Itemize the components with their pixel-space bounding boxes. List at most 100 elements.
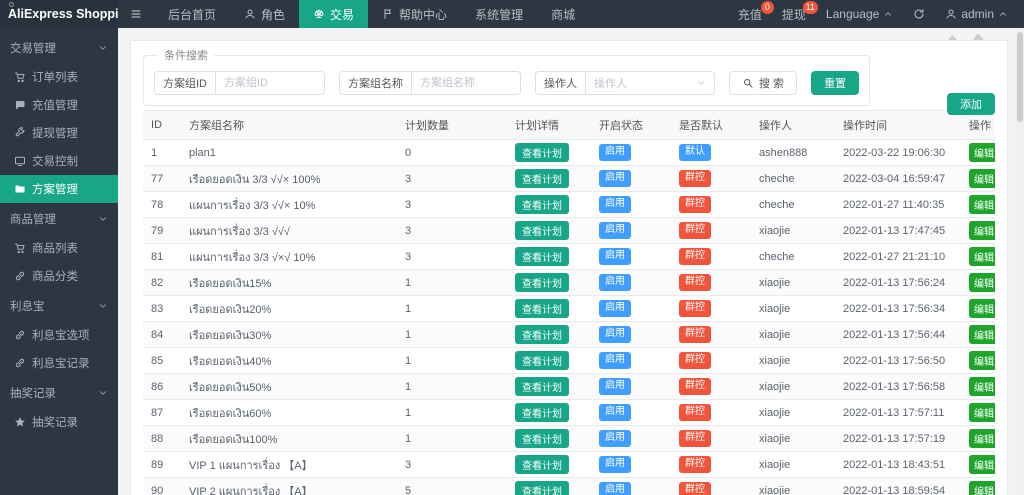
status-badge[interactable]: 启用: [599, 456, 631, 473]
plan-group-id-input[interactable]: [216, 72, 324, 94]
edit-button[interactable]: 编辑: [969, 351, 995, 370]
default-badge[interactable]: 默认: [679, 144, 711, 161]
view-plan-button[interactable]: 查看计划: [515, 325, 569, 344]
nav-item-home[interactable]: 后台首页: [154, 0, 230, 28]
status-badge[interactable]: 启用: [599, 352, 631, 369]
group-control-badge[interactable]: 群控: [679, 326, 711, 343]
view-plan-button[interactable]: 查看计划: [515, 403, 569, 422]
status-badge[interactable]: 启用: [599, 378, 631, 395]
reset-button[interactable]: 重置: [811, 71, 859, 95]
view-plan-button[interactable]: 查看计划: [515, 143, 569, 162]
edit-button[interactable]: 编辑: [969, 325, 995, 344]
sidebar-group-interest-treasure[interactable]: 利息宝: [0, 290, 118, 321]
cell-plan-count: 1: [397, 400, 507, 426]
cell-status: 启用: [591, 348, 671, 374]
group-control-badge[interactable]: 群控: [679, 274, 711, 291]
search-button[interactable]: 搜 索: [729, 71, 797, 95]
group-control-badge[interactable]: 群控: [679, 248, 711, 265]
sidebar-item-interest-options[interactable]: 利息宝选项: [0, 321, 118, 349]
nav-item-mall[interactable]: 商城: [537, 0, 589, 28]
group-control-badge[interactable]: 群控: [679, 482, 711, 495]
status-badge[interactable]: 启用: [599, 300, 631, 317]
edit-button[interactable]: 编辑: [969, 481, 995, 495]
topbar-refresh[interactable]: [903, 0, 935, 28]
status-badge[interactable]: 启用: [599, 222, 631, 239]
nav-item-label: 帮助中心: [399, 6, 447, 23]
view-plan-button[interactable]: 查看计划: [515, 299, 569, 318]
group-control-badge[interactable]: 群控: [679, 456, 711, 473]
status-badge[interactable]: 启用: [599, 430, 631, 447]
edit-button[interactable]: 编辑: [969, 143, 995, 162]
group-control-badge[interactable]: 群控: [679, 196, 711, 213]
view-plan-button[interactable]: 查看计划: [515, 273, 569, 292]
edit-button[interactable]: 编辑: [969, 377, 995, 396]
edit-button[interactable]: 编辑: [969, 247, 995, 266]
view-plan-button[interactable]: 查看计划: [515, 247, 569, 266]
sidebar-group-lottery-records-group[interactable]: 抽奖记录: [0, 377, 118, 408]
group-control-badge[interactable]: 群控: [679, 222, 711, 239]
edit-button[interactable]: 编辑: [969, 195, 995, 214]
cell-plan-group-name: เรือดยอดเงิน 3/3 √√× 100%: [181, 166, 397, 192]
sidebar-group-trade-management[interactable]: 交易管理: [0, 32, 118, 63]
view-plan-button[interactable]: 查看计划: [515, 195, 569, 214]
group-control-badge[interactable]: 群控: [679, 352, 711, 369]
topbar-withdraw[interactable]: 提现11: [772, 0, 816, 28]
view-plan-button[interactable]: 查看计划: [515, 169, 569, 188]
filter-legend: 条件搜索: [158, 47, 214, 63]
group-control-badge[interactable]: 群控: [679, 378, 711, 395]
add-button[interactable]: 添加: [947, 93, 995, 115]
status-badge[interactable]: 启用: [599, 196, 631, 213]
cell-operator: xiaojie: [751, 452, 835, 478]
view-plan-button[interactable]: 查看计划: [515, 455, 569, 474]
sidebar-item-plan-management[interactable]: 方案管理: [0, 175, 118, 203]
edit-button[interactable]: 编辑: [969, 169, 995, 188]
group-control-badge[interactable]: 群控: [679, 170, 711, 187]
sidebar-item-product-list[interactable]: 商品列表: [0, 234, 118, 262]
status-badge[interactable]: 启用: [599, 248, 631, 265]
plan-group-name-input[interactable]: [412, 72, 520, 94]
edit-button[interactable]: 编辑: [969, 455, 995, 474]
topbar-language[interactable]: Language: [816, 0, 903, 28]
sidebar-group-product-management[interactable]: 商品管理: [0, 203, 118, 234]
nav-item-label: 后台首页: [168, 6, 216, 23]
sidebar-item-order-list[interactable]: 订单列表: [0, 63, 118, 91]
edit-button[interactable]: 编辑: [969, 299, 995, 318]
sidebar-item-product-category[interactable]: 商品分类: [0, 262, 118, 290]
status-badge[interactable]: 启用: [599, 404, 631, 421]
sidebar-item-recharge-management[interactable]: 充值管理: [0, 91, 118, 119]
nav-item-role[interactable]: 角色: [230, 0, 299, 28]
edit-button[interactable]: 编辑: [969, 429, 995, 448]
nav-item-trade[interactable]: 交易: [299, 0, 368, 28]
edit-button[interactable]: 编辑: [969, 403, 995, 422]
sidebar-item-withdraw-management[interactable]: 提现管理: [0, 119, 118, 147]
status-badge[interactable]: 启用: [599, 482, 631, 495]
status-badge[interactable]: 启用: [599, 170, 631, 187]
menu-toggle-icon[interactable]: [118, 0, 154, 28]
sidebar-item-interest-records[interactable]: 利息宝记录: [0, 349, 118, 377]
view-plan-button[interactable]: 查看计划: [515, 377, 569, 396]
table-header-row: ID方案组名称计划数量计划详情开启状态是否默认操作人操作时间操作: [143, 111, 995, 140]
view-plan-button[interactable]: 查看计划: [515, 429, 569, 448]
operator-select[interactable]: 操作人: [586, 72, 714, 94]
edit-button[interactable]: 编辑: [969, 273, 995, 292]
status-badge[interactable]: 启用: [599, 274, 631, 291]
group-control-badge[interactable]: 群控: [679, 430, 711, 447]
status-badge[interactable]: 启用: [599, 144, 631, 161]
nav-item-help-center[interactable]: 帮助中心: [368, 0, 461, 28]
nav-item-system-management[interactable]: 系统管理: [461, 0, 537, 28]
sidebar-item-lottery-records[interactable]: 抽奖记录: [0, 408, 118, 436]
view-plan-button[interactable]: 查看计划: [515, 351, 569, 370]
view-plan-button[interactable]: 查看计划: [515, 481, 569, 495]
view-plan-button[interactable]: 查看计划: [515, 221, 569, 240]
cell-plan-detail: 查看计划: [507, 478, 591, 495]
scrollbar-thumb[interactable]: [1017, 32, 1023, 122]
status-badge[interactable]: 启用: [599, 326, 631, 343]
group-control-badge[interactable]: 群控: [679, 300, 711, 317]
edit-button[interactable]: 编辑: [969, 221, 995, 240]
topbar-admin[interactable]: admin: [935, 0, 1018, 28]
sidebar-item-trade-control[interactable]: 交易控制: [0, 147, 118, 175]
scrollbar[interactable]: [1016, 28, 1024, 495]
cell-is-default: 群控: [671, 322, 751, 348]
topbar-recharge[interactable]: 充值0: [728, 0, 772, 28]
group-control-badge[interactable]: 群控: [679, 404, 711, 421]
